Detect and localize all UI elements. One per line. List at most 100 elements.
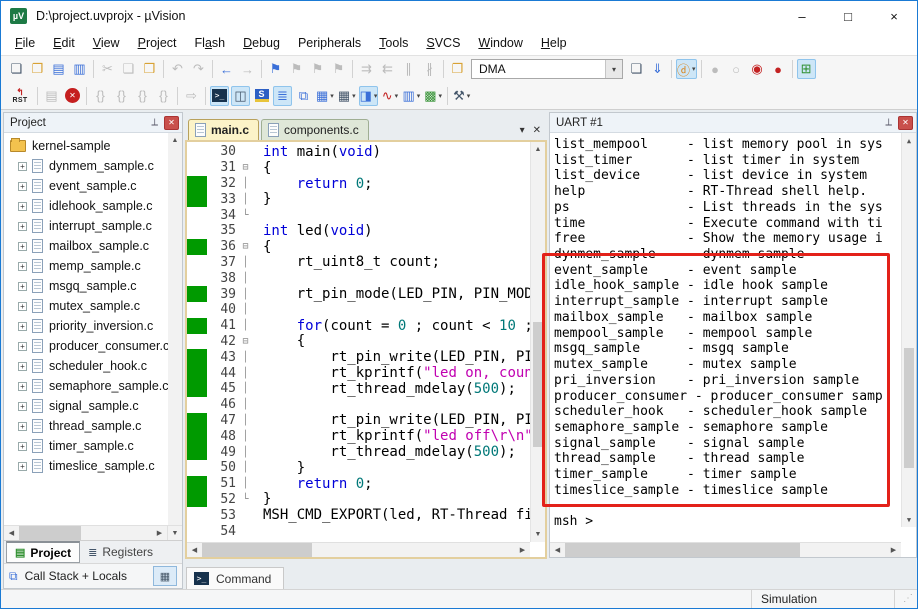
tab-project[interactable]: ▤ Project	[6, 541, 81, 563]
undo-button[interactable]: ↶	[168, 59, 187, 79]
tree-item-dynmem_sample-c[interactable]: + dynmem_sample.c	[4, 156, 182, 176]
menu-window[interactable]: Window	[469, 33, 531, 53]
dma-combo[interactable]: DMA ▾	[471, 59, 623, 79]
uart-hscrollbar[interactable]: ◀ ▶	[550, 542, 901, 557]
menu-file[interactable]: File	[6, 33, 44, 53]
serial-window-button[interactable]: ◨ ▾	[358, 85, 379, 106]
expand-icon[interactable]: +	[18, 201, 27, 211]
step-over-button[interactable]: {}	[112, 86, 131, 106]
maximize-button[interactable]: □	[825, 1, 871, 31]
tab-list-icon[interactable]: ▾	[520, 125, 525, 136]
system-viewer-button[interactable]: ▥ ▾	[401, 86, 421, 106]
scroll-right-icon[interactable]: ▶	[886, 543, 901, 557]
scroll-thumb[interactable]	[533, 322, 543, 447]
expand-icon[interactable]: +	[18, 321, 27, 331]
reset-button[interactable]: ↰ RST	[7, 86, 33, 106]
expand-icon[interactable]: +	[18, 421, 27, 431]
expand-icon[interactable]: +	[18, 341, 27, 351]
show-next-statement-button[interactable]: ▤	[42, 86, 61, 106]
expand-icon[interactable]: +	[18, 241, 27, 251]
indent-right-button[interactable]: ⇉	[357, 59, 376, 79]
copy-button[interactable]: ❑	[119, 59, 138, 79]
expand-icon[interactable]: +	[18, 361, 27, 371]
window-layout-button[interactable]: ⊞	[796, 59, 816, 79]
uart-vscrollbar[interactable]: ▲ ▼	[901, 133, 916, 527]
tree-item-scheduler_hook-c[interactable]: + scheduler_hook.c	[4, 356, 182, 376]
bookmark-toggle-button[interactable]: ⚑	[266, 59, 285, 79]
tree-item-producer_consumer-c[interactable]: + producer_consumer.c	[4, 336, 182, 356]
open-file-button[interactable]: ❐	[28, 59, 47, 79]
uncomment-button[interactable]: ∦	[420, 59, 439, 79]
comment-button[interactable]: ∥	[399, 59, 418, 79]
lookup-document-button[interactable]: ❏	[627, 59, 646, 79]
scroll-down-icon[interactable]: ▼	[531, 527, 545, 542]
analysis-window-button[interactable]: ∿ ▾	[380, 86, 399, 106]
pin-icon[interactable]: ⟂	[881, 117, 896, 128]
breakpoint-enable-button[interactable]: ○	[727, 59, 746, 79]
expand-icon[interactable]: +	[18, 261, 27, 271]
close-button[interactable]: ×	[871, 1, 917, 31]
navigate-back-button[interactable]: ←	[217, 59, 236, 79]
disassembly-window-button[interactable]: ◫	[231, 85, 250, 106]
menu-tools[interactable]: Tools	[370, 33, 417, 53]
scroll-left-icon[interactable]: ◀	[4, 526, 19, 540]
expand-icon[interactable]: +	[18, 381, 27, 391]
run-to-cursor-button[interactable]: {}	[154, 86, 173, 106]
bookmark-next-button[interactable]: ⚑	[287, 59, 306, 79]
step-into-button[interactable]: {}	[91, 86, 110, 106]
project-tree-vscrollbar[interactable]: ▲	[168, 133, 182, 525]
menu-project[interactable]: Project	[129, 33, 186, 53]
menu-debug[interactable]: Debug	[234, 33, 289, 53]
tree-item-semaphore_sample-c[interactable]: + semaphore_sample.c	[4, 376, 182, 396]
scroll-down-icon[interactable]: ▼	[902, 512, 916, 527]
memory-window-button[interactable]: ▦ ▾	[337, 86, 357, 106]
minimize-button[interactable]: –	[779, 1, 825, 31]
tab-components-c[interactable]: components.c	[261, 119, 369, 140]
expand-icon[interactable]: +	[18, 301, 27, 311]
resize-grip[interactable]: ⋰	[903, 593, 913, 604]
pin-icon[interactable]: ⟂	[147, 117, 162, 128]
editor-body[interactable]: 30 int main(void) 31 ⊟{32 │ return 0; 33 │} 34 └…	[185, 140, 547, 559]
project-close-icon[interactable]: ✕	[164, 115, 179, 130]
scroll-up-icon[interactable]: ▲	[168, 133, 182, 147]
step-out-button[interactable]: {}	[133, 86, 152, 106]
editor-close-icon[interactable]: ✕	[533, 125, 541, 136]
scroll-thumb[interactable]	[202, 543, 312, 557]
new-file-button[interactable]: ❏	[7, 59, 26, 79]
chevron-down-icon[interactable]: ▾	[605, 60, 622, 78]
tree-item-interrupt_sample-c[interactable]: + interrupt_sample.c	[4, 216, 182, 236]
start-debug-session-button[interactable]: ⓓ ▾	[676, 59, 697, 79]
tab-command[interactable]: >_ Command	[186, 567, 284, 590]
menu-flash[interactable]: Flash	[186, 33, 235, 53]
symbol-window-button[interactable]: S	[252, 86, 271, 106]
editor-vscrollbar[interactable]: ▲ ▼	[530, 142, 545, 542]
save-button[interactable]: ▤	[49, 59, 68, 79]
tree-item-timer_sample-c[interactable]: + timer_sample.c	[4, 436, 182, 456]
navigate-forward-button[interactable]: →	[238, 59, 257, 79]
configure-tools-button[interactable]: ⚒ ▾	[452, 86, 471, 106]
scroll-right-icon[interactable]: ▶	[152, 526, 167, 540]
expand-icon[interactable]: +	[18, 221, 27, 231]
scroll-up-icon[interactable]: ▲	[531, 142, 545, 157]
find-in-files-button[interactable]: ❐	[448, 59, 467, 79]
memory-windows-button[interactable]: ▦	[153, 566, 177, 586]
bookmark-clear-button[interactable]: ⚑	[329, 59, 348, 79]
watch-window-button[interactable]: ▦ ▾	[315, 86, 335, 106]
paste-button[interactable]: ❒	[140, 59, 159, 79]
scroll-right-icon[interactable]: ▶	[515, 543, 530, 557]
uart-output[interactable]: ▲ ▼ list_mempool - list memory pool in s…	[550, 133, 916, 542]
tab-registers[interactable]: ≣ Registers	[80, 541, 161, 563]
menu-edit[interactable]: Edit	[44, 33, 84, 53]
tab-main-c[interactable]: main.c	[188, 119, 260, 140]
tree-item-event_sample-c[interactable]: + event_sample.c	[4, 176, 182, 196]
menu-view[interactable]: View	[84, 33, 129, 53]
expand-icon[interactable]: +	[18, 441, 27, 451]
call-stack-bar[interactable]: ⧉ Call Stack + Locals ▦	[4, 563, 182, 588]
scroll-left-icon[interactable]: ◀	[187, 543, 202, 557]
uart-close-icon[interactable]: ✕	[898, 115, 913, 130]
run-button[interactable]: ⇨	[182, 86, 201, 106]
save-all-button[interactable]: ▥	[70, 59, 89, 79]
scroll-thumb[interactable]	[565, 543, 800, 557]
scroll-thumb[interactable]	[904, 348, 914, 468]
tree-item-memp_sample-c[interactable]: + memp_sample.c	[4, 256, 182, 276]
